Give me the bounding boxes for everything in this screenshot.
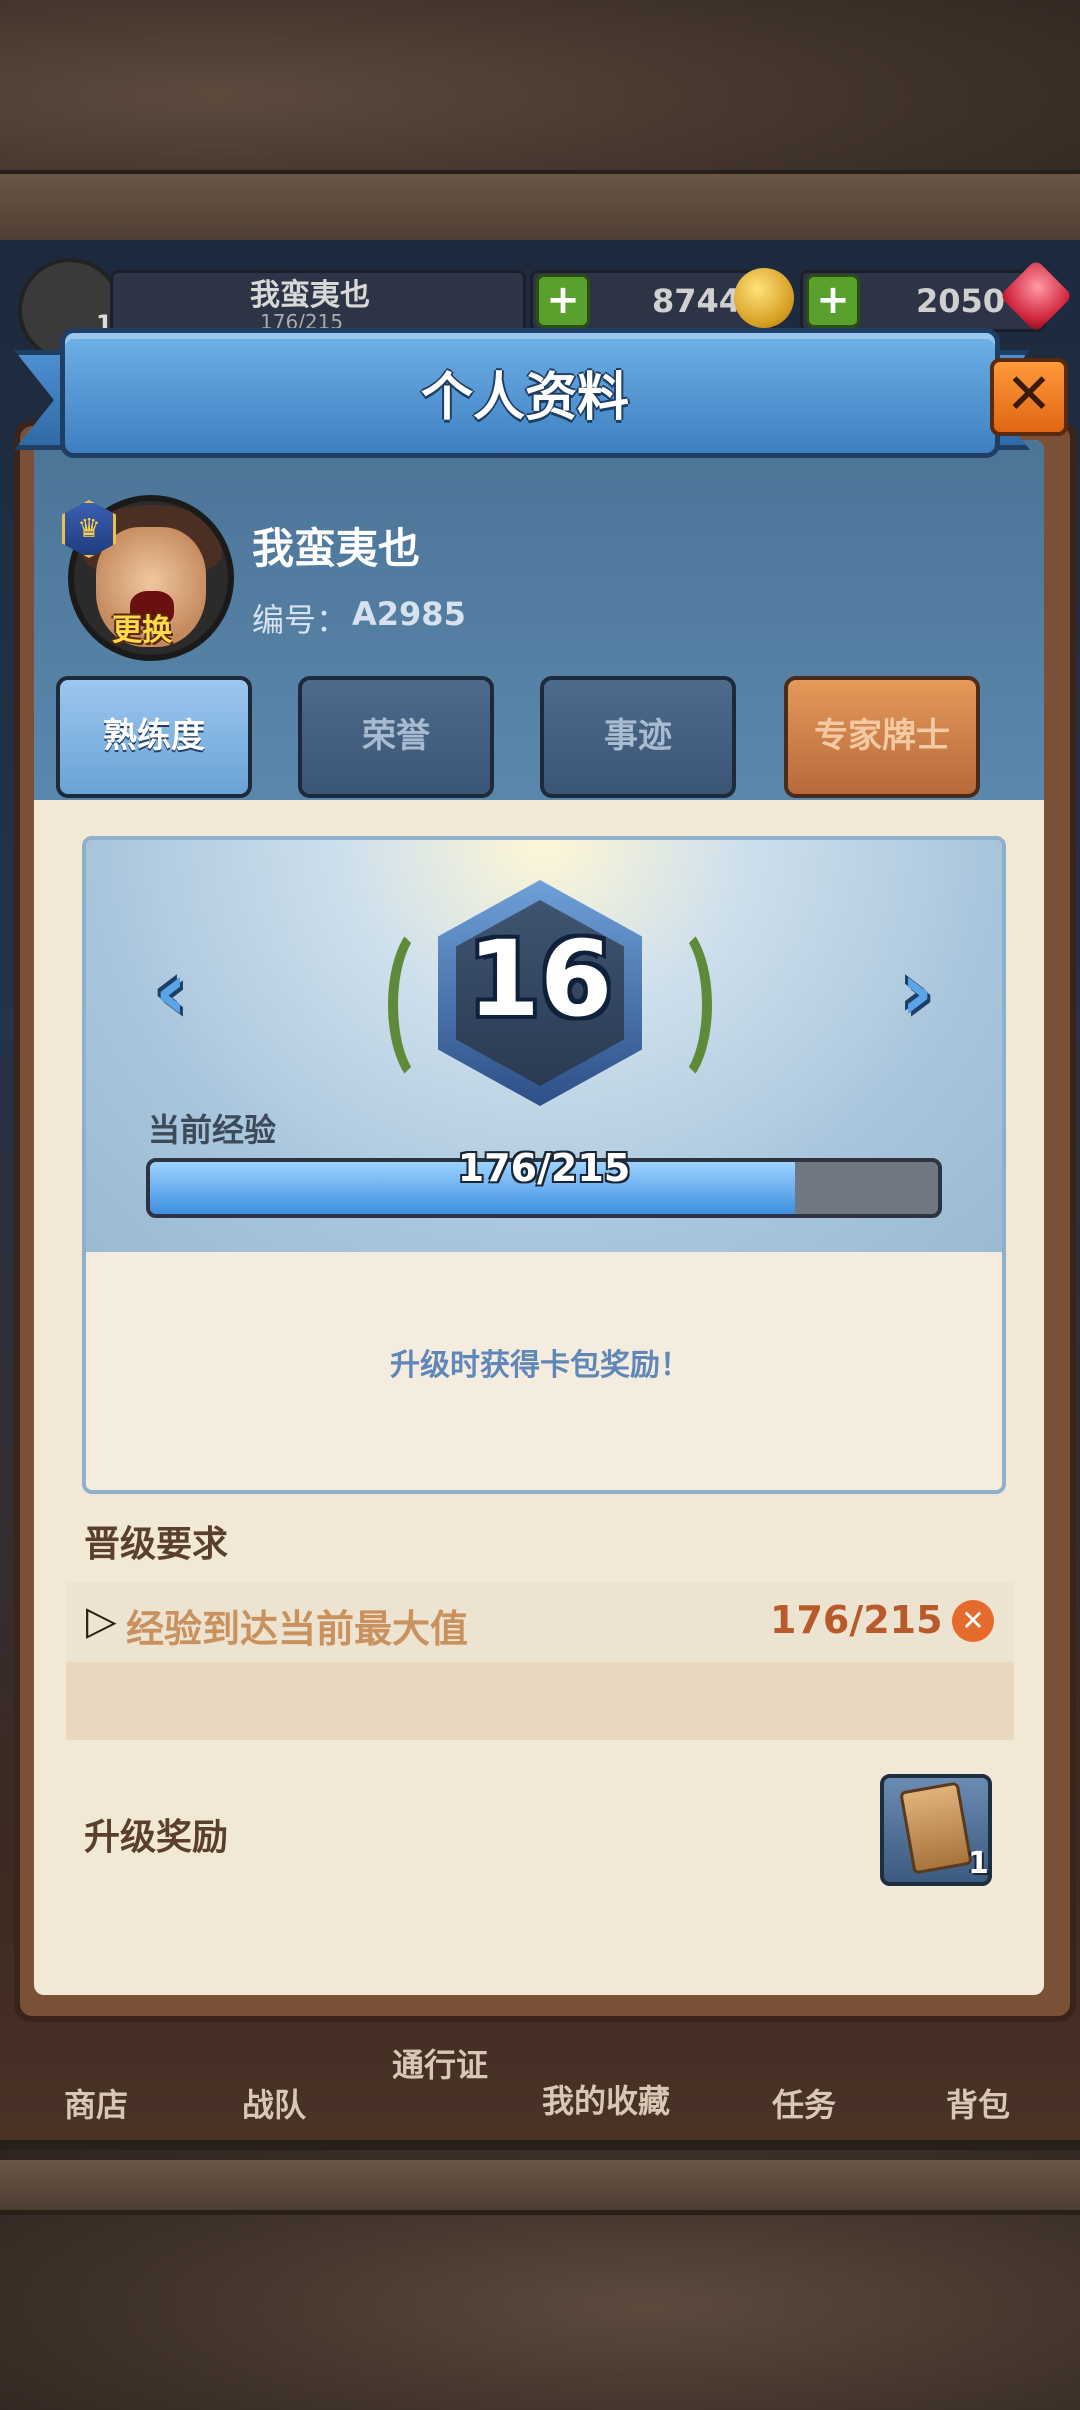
reward-count: 1: [968, 1846, 989, 1881]
level-number: 16: [467, 918, 613, 1040]
tab-expert-cards[interactable]: 专家牌士: [784, 676, 980, 798]
close-button[interactable]: ✕: [990, 358, 1068, 436]
change-avatar-button[interactable]: 更换: [96, 605, 188, 648]
rewards-title: 升级奖励: [84, 1817, 229, 1858]
background-bottom-band: [0, 2160, 1080, 2215]
incomplete-icon: ✕: [952, 1600, 994, 1642]
add-gem-button[interactable]: +: [806, 274, 860, 328]
requirement-row-empty: [66, 1662, 1014, 1740]
hud-player-name: 我蛮夷也: [250, 278, 370, 313]
player-id: A2985: [352, 595, 466, 633]
exp-progress-text: 176/215: [457, 1146, 631, 1190]
gem-amount: 2050: [916, 282, 1006, 320]
next-level-arrow-icon[interactable]: ›: [892, 952, 942, 1032]
gold-amount: 8744: [652, 282, 742, 320]
player-id-label: 编号：: [252, 601, 349, 639]
nav-bag[interactable]: 背包: [946, 2080, 1010, 2126]
tab-deeds[interactable]: 事迹: [540, 676, 736, 798]
prev-level-arrow-icon[interactable]: ‹: [146, 952, 196, 1032]
exp-label: 当前经验: [148, 1111, 277, 1149]
gold-coin-icon: [734, 268, 794, 328]
nav-team[interactable]: 战队: [242, 2080, 306, 2126]
requirement-progress: 176/215: [770, 1598, 943, 1642]
modal-title: 个人资料: [420, 368, 629, 428]
tab-honor[interactable]: 荣誉: [298, 676, 494, 798]
level-up-reward-hint: 升级时获得卡包奖励！: [390, 1348, 690, 1383]
nav-pass[interactable]: 通行证: [392, 2040, 488, 2086]
background-top-band: [0, 170, 1080, 250]
play-icon: ▷: [86, 1598, 117, 1644]
player-name: 我蛮夷也: [252, 524, 421, 573]
tab-proficiency[interactable]: 熟练度: [56, 676, 252, 798]
laurel-right-icon: [632, 920, 712, 1090]
requirements-title: 晋级要求: [84, 1524, 229, 1565]
nav-shop[interactable]: 商店: [64, 2080, 128, 2126]
add-gold-button[interactable]: +: [536, 274, 590, 328]
nav-collection[interactable]: 我的收藏: [542, 2076, 670, 2122]
nav-tasks[interactable]: 任务: [772, 2080, 836, 2126]
requirement-text: 经验到达当前最大值: [126, 1607, 469, 1651]
